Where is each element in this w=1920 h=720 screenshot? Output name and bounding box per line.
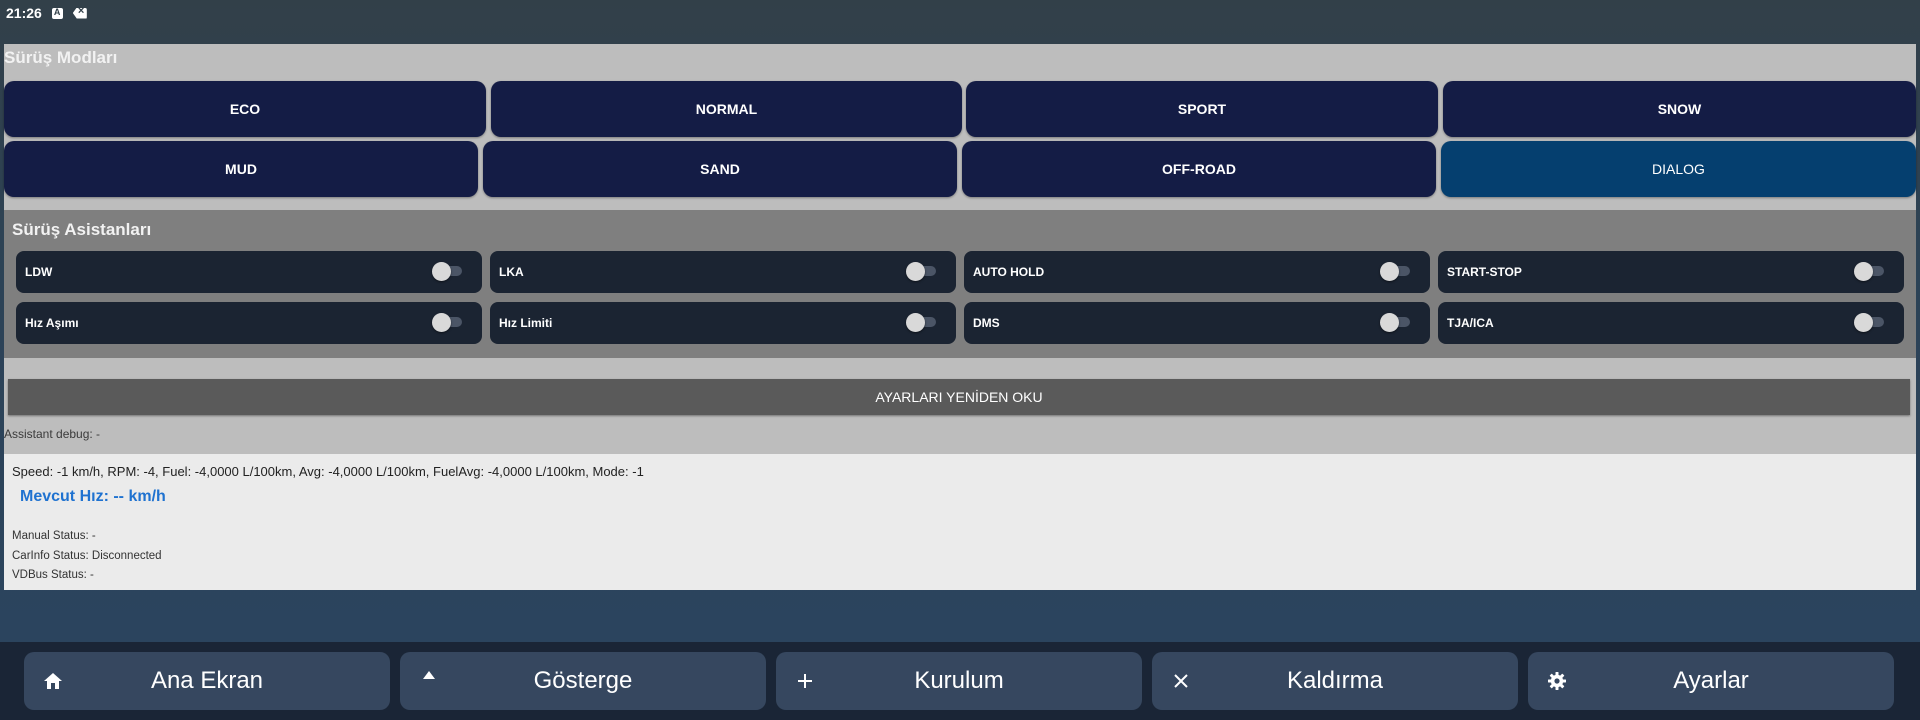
toggle-switch[interactable] bbox=[906, 262, 936, 281]
keyboard-delete-icon bbox=[72, 7, 87, 19]
nav-button-uninstall[interactable]: Kaldırma bbox=[1152, 652, 1518, 710]
vdbus-status-text: VDBus Status: - bbox=[12, 569, 94, 581]
assistant-toggle-speed-warning[interactable]: Hız Aşımı bbox=[16, 302, 482, 344]
triangle-up-icon bbox=[418, 664, 440, 686]
vehicle-info-box: Speed: -1 km/h, RPM: -4, Fuel: -4,0000 L… bbox=[4, 454, 1916, 590]
toggle-switch[interactable] bbox=[906, 313, 936, 332]
drive-assistants-section: Sürüş Asistanları LDW LKA AUTO HOLD STAR… bbox=[4, 210, 1916, 358]
mode-button-dialog[interactable]: DIALOG bbox=[1441, 141, 1916, 197]
manual-status-text: Manual Status: - bbox=[12, 530, 96, 542]
mode-button-normal[interactable]: NORMAL bbox=[491, 81, 962, 137]
assistant-toggle-tja-ica[interactable]: TJA/ICA bbox=[1438, 302, 1904, 344]
bottom-navigation: Ana Ekran Gösterge Kurulum Kaldırma Ayar… bbox=[0, 642, 1920, 720]
nav-button-dashboard[interactable]: Gösterge bbox=[400, 652, 766, 710]
mode-button-sand[interactable]: SAND bbox=[483, 141, 957, 197]
reload-settings-button[interactable]: AYARLARI YENİDEN OKU bbox=[8, 379, 1910, 415]
status-time: 21:26 bbox=[6, 5, 42, 21]
nav-button-install[interactable]: Kurulum bbox=[776, 652, 1142, 710]
notification-a-icon bbox=[51, 7, 63, 19]
gear-icon bbox=[1546, 670, 1568, 692]
assistant-toggle-start-stop[interactable]: START-STOP bbox=[1438, 251, 1904, 293]
nav-button-home[interactable]: Ana Ekran bbox=[24, 652, 390, 710]
assistant-label: AUTO HOLD bbox=[973, 265, 1045, 279]
assistant-label: LKA bbox=[499, 265, 524, 279]
drive-modes-title: Sürüş Modları bbox=[4, 48, 118, 67]
assistant-label: START-STOP bbox=[1447, 265, 1522, 279]
mode-button-snow[interactable]: SNOW bbox=[1443, 81, 1916, 137]
assistant-debug-text: Assistant debug: - bbox=[4, 427, 101, 441]
toggle-switch[interactable] bbox=[432, 262, 462, 281]
assistant-label: Hız Limiti bbox=[499, 316, 553, 330]
assistant-toggle-lka[interactable]: LKA bbox=[490, 251, 956, 293]
assistant-toggle-speed-limit[interactable]: Hız Limiti bbox=[490, 302, 956, 344]
status-bar: 21:26 bbox=[0, 0, 1920, 26]
nav-label: Gösterge bbox=[533, 667, 633, 694]
toggle-switch[interactable] bbox=[1380, 313, 1410, 332]
assistant-label: TJA/ICA bbox=[1447, 316, 1494, 330]
mode-button-mud[interactable]: MUD bbox=[4, 141, 478, 197]
mode-button-off-road[interactable]: OFF-ROAD bbox=[962, 141, 1436, 197]
assistant-toggle-dms[interactable]: DMS bbox=[964, 302, 1430, 344]
current-speed-text: Mevcut Hız: -- km/h bbox=[20, 488, 166, 505]
close-icon bbox=[1170, 670, 1192, 692]
drive-assistants-title: Sürüş Asistanları bbox=[12, 220, 152, 239]
nav-button-settings[interactable]: Ayarlar bbox=[1528, 652, 1894, 710]
carinfo-status-text: CarInfo Status: Disconnected bbox=[12, 550, 162, 562]
nav-label: Ayarlar bbox=[1673, 667, 1749, 694]
home-icon bbox=[42, 670, 64, 692]
mode-button-eco[interactable]: ECO bbox=[4, 81, 486, 137]
nav-label: Ana Ekran bbox=[150, 667, 264, 694]
toggle-switch[interactable] bbox=[1380, 262, 1410, 281]
telemetry-text: Speed: -1 km/h, RPM: -4, Fuel: -4,0000 L… bbox=[12, 464, 644, 479]
assistant-label: LDW bbox=[25, 265, 53, 279]
assistant-label: Hız Aşımı bbox=[25, 316, 79, 330]
assistant-label: DMS bbox=[973, 316, 1000, 330]
assistant-toggle-ldw[interactable]: LDW bbox=[16, 251, 482, 293]
assistant-toggle-auto-hold[interactable]: AUTO HOLD bbox=[964, 251, 1430, 293]
nav-label: Kurulum bbox=[914, 667, 1004, 694]
toggle-switch[interactable] bbox=[1854, 313, 1884, 332]
settings-panel: Sürüş Modları ECO NORMAL SPORT SNOW MUD … bbox=[4, 44, 1916, 590]
toggle-switch[interactable] bbox=[1854, 262, 1884, 281]
plus-icon bbox=[794, 670, 816, 692]
nav-label: Kaldırma bbox=[1286, 667, 1384, 694]
mode-button-sport[interactable]: SPORT bbox=[966, 81, 1438, 137]
toggle-switch[interactable] bbox=[432, 313, 462, 332]
